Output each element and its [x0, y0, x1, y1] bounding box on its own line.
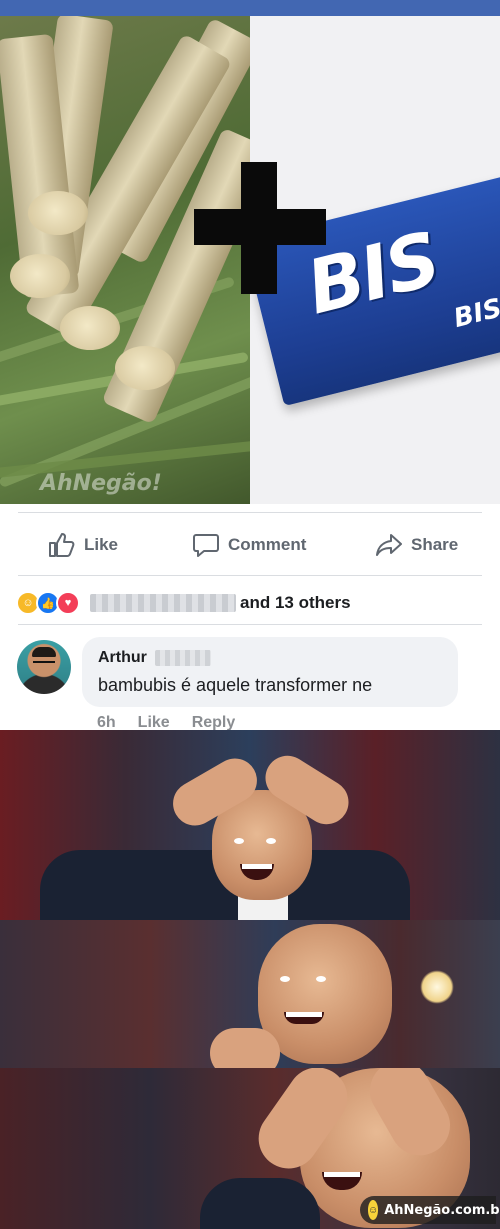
bis-chocolate-image: BIS BIS [250, 16, 500, 504]
comment-bubble-icon [193, 534, 219, 557]
comment-author[interactable]: Arthur [98, 649, 211, 667]
thumbs-up-icon [49, 533, 75, 557]
comment-author-name[interactable]: Arthur [98, 649, 147, 667]
comment-text: bambubis é aquele transformer ne [98, 675, 373, 695]
like-label: Like [84, 535, 119, 554]
share-arrow-icon [376, 534, 402, 556]
sugarcane-image: AhNegão! [0, 16, 250, 504]
divider [18, 575, 482, 576]
comment-label: Comment [228, 535, 307, 554]
avatar[interactable] [17, 640, 71, 694]
comment-reply-link[interactable]: Reply [192, 710, 236, 730]
share-label: Share [411, 535, 459, 554]
site-watermark: ☺ AhNegão.com.br [360, 1196, 500, 1224]
comment-button[interactable]: Comment [192, 532, 306, 558]
comment-meta: 6h Like Reply [97, 710, 235, 730]
top-bar [0, 0, 500, 16]
divider [18, 512, 482, 513]
post-image: AhNegão! BIS BIS [0, 16, 500, 504]
reactions-others-text: and 13 others [240, 593, 351, 612]
bis-small-logo: BIS [450, 293, 500, 335]
divider [18, 624, 482, 625]
comment-time: 6h [97, 714, 116, 730]
comment-bubble: Arthur bambubis é aquele transformer ne [82, 637, 458, 707]
logo-icon: ☺ [368, 1200, 379, 1220]
blurred-name [90, 594, 236, 612]
reaction-photo-1 [0, 730, 500, 920]
blurred-last-name [154, 650, 211, 666]
post-action-bar: Like Comment Share [0, 518, 500, 570]
reactions-summary[interactable]: ☺ 👍 ♥ and 13 others [16, 590, 351, 616]
love-reaction-icon: ♥ [56, 591, 80, 615]
reaction-photo-2 [0, 920, 500, 1068]
watermark-text: AhNegão.com.br [384, 1202, 500, 1218]
image-watermark: AhNegão! [40, 471, 162, 496]
share-button[interactable]: Share [375, 532, 458, 558]
plus-sign-bar [194, 209, 326, 245]
comment-like-link[interactable]: Like [138, 710, 170, 730]
like-button[interactable]: Like [48, 532, 118, 558]
